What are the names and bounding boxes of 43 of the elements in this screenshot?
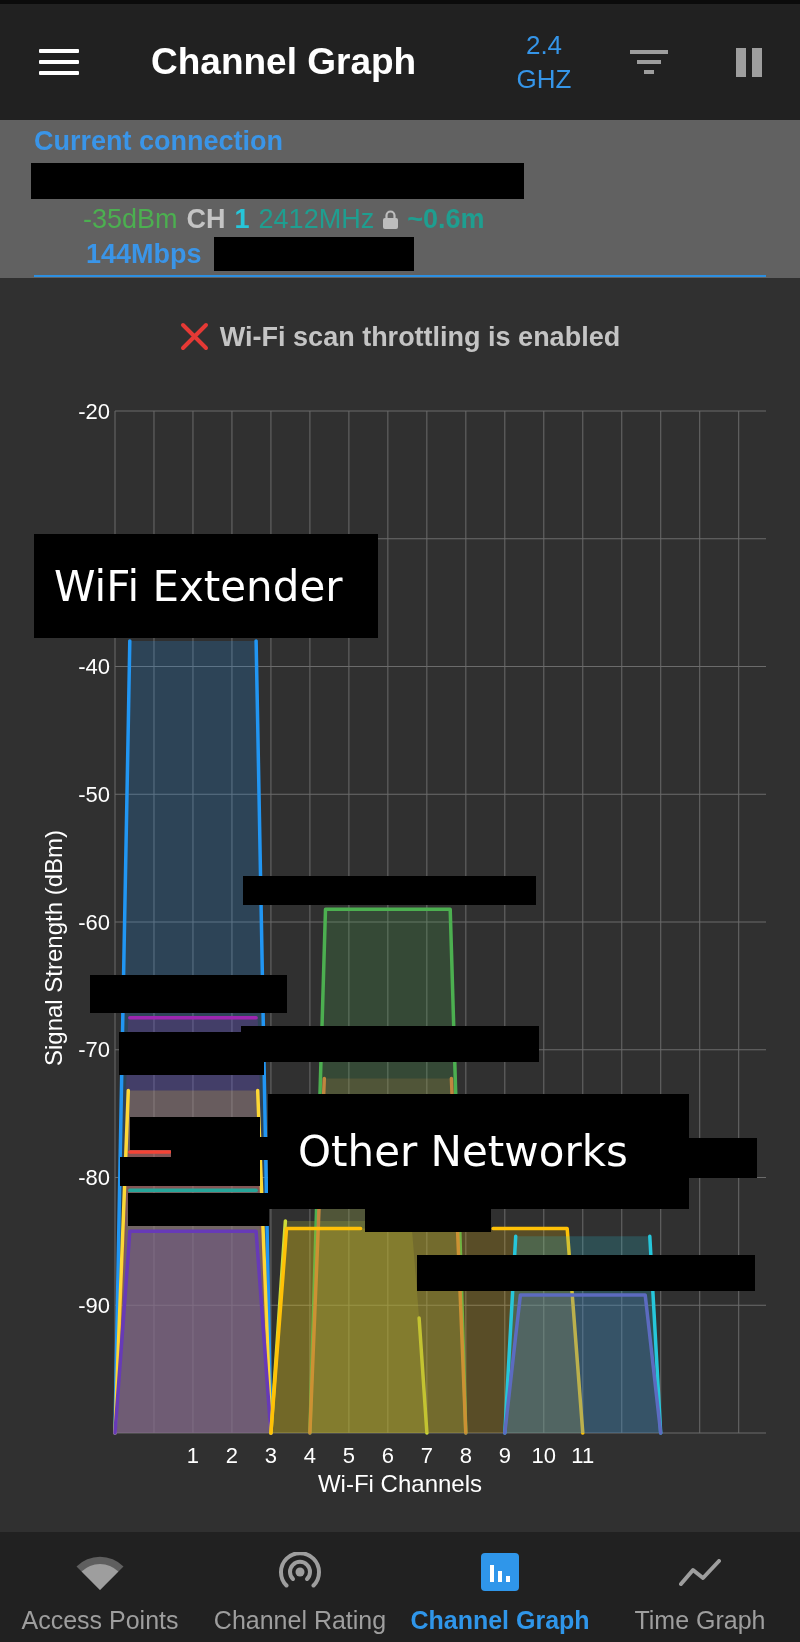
filter-icon[interactable]	[630, 50, 668, 74]
pause-icon[interactable]	[736, 47, 762, 77]
redaction-label: Other Networks	[268, 1094, 689, 1209]
x-tick-label: 5	[342, 1442, 355, 1468]
x-tick-label: 2	[225, 1442, 239, 1468]
y-tick-label: -90	[78, 1292, 110, 1318]
nav-tab[interactable]: Channel Rating	[200, 1532, 400, 1642]
channel-number: 1	[234, 203, 250, 235]
x-tick-label: 6	[381, 1442, 394, 1468]
x-tick-label: 9	[498, 1442, 511, 1468]
y-axis-title: Signal Strength (dBm)	[39, 829, 67, 1067]
y-tick-label: -50	[78, 781, 110, 807]
y-tick-label: -40	[78, 654, 110, 679]
x-axis-title: Wi-Fi Channels	[318, 1469, 482, 1497]
x-tick-label: 3	[264, 1442, 278, 1468]
y-tick-label: -70	[78, 1037, 110, 1063]
y-tick-label: -80	[78, 1165, 110, 1190]
y-tick-label: -20	[78, 398, 110, 424]
screen-title: Channel Graph	[151, 41, 418, 83]
x-tick-label: 8	[459, 1442, 472, 1468]
x-tick-label: 11	[571, 1442, 595, 1468]
redaction-bar	[689, 1138, 757, 1178]
channel-label: CH	[186, 203, 226, 235]
nav-tab[interactable]: Time Graph	[600, 1532, 800, 1642]
nav-tab[interactable]: Access Points	[0, 1532, 200, 1642]
line-graph-icon[interactable]	[679, 1558, 721, 1586]
band-button[interactable]: 2.4 GHZ	[504, 28, 584, 96]
y-tick-label: -60	[78, 909, 110, 935]
distance-text: ~0.6m	[407, 203, 485, 235]
menu-icon[interactable]	[39, 49, 79, 75]
x-tick-label: 7	[420, 1442, 433, 1468]
connection-heading: Current connection	[34, 125, 283, 157]
x-tick-label: 10	[531, 1442, 557, 1468]
redaction-label: WiFi Extender	[34, 534, 378, 638]
warning-text: Wi-Fi scan throttling is enabled	[219, 322, 621, 352]
close-x-icon	[179, 322, 209, 351]
link-speed-text: 144Mbps	[86, 238, 202, 270]
x-tick-label: 1	[186, 1442, 200, 1468]
nav-tab[interactable]: Channel Graph	[400, 1532, 600, 1642]
signal-text: -35dBm	[83, 203, 178, 235]
bar-chart-icon[interactable]	[481, 1553, 519, 1591]
x-tick-label: 4	[303, 1442, 317, 1468]
frequency-text: 2412MHz	[258, 203, 375, 235]
